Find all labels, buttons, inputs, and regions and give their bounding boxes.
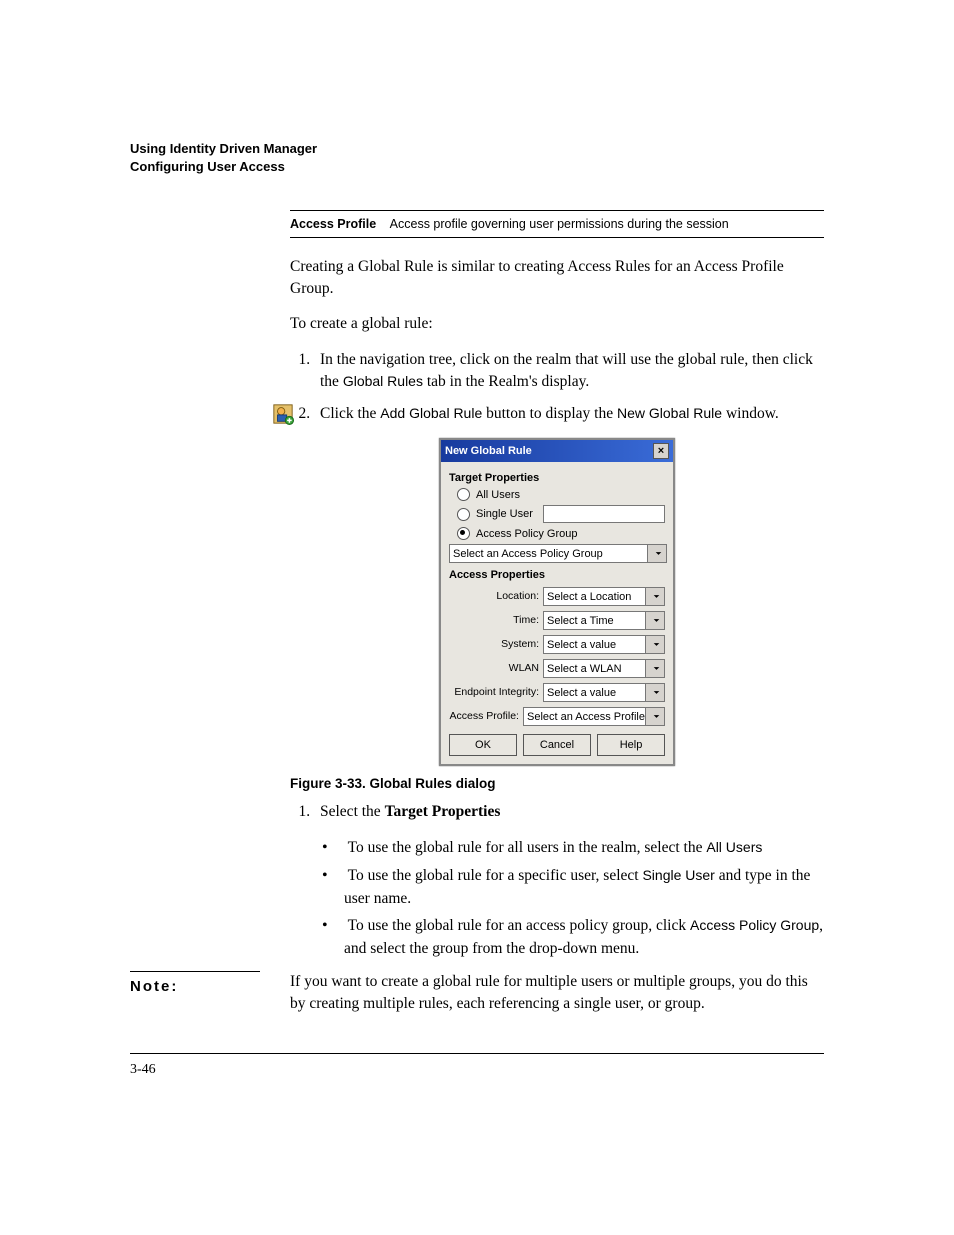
endpoint-select[interactable]: Select a value <box>543 683 665 702</box>
apg-ref: Access Policy Group <box>690 917 819 933</box>
time-label: Time: <box>449 614 539 626</box>
wlan-select[interactable]: Select a WLAN <box>543 659 665 678</box>
apg-select[interactable]: Select an Access Policy Group <box>449 544 667 563</box>
new-global-rule-win-ref: New Global Rule <box>617 405 722 421</box>
cancel-button[interactable]: Cancel <box>523 734 591 756</box>
wlan-label: WLAN <box>449 662 539 674</box>
ok-button[interactable]: OK <box>449 734 517 756</box>
post-step-1: Select the Target Properties <box>314 801 824 823</box>
endpoint-label: Endpoint Integrity: <box>449 686 539 698</box>
radio-single-label: Single User <box>476 508 533 520</box>
new-global-rule-dialog: New Global Rule × Target Properties All … <box>439 438 675 766</box>
access-profile-select[interactable]: Select an Access Profile <box>523 707 665 726</box>
step-1: In the navigation tree, click on the rea… <box>314 349 824 392</box>
single-user-input[interactable] <box>543 505 665 523</box>
radio-all-users[interactable]: All Users <box>457 488 665 501</box>
page-header: Using Identity Driven Manager Configurin… <box>130 140 824 175</box>
close-icon[interactable]: × <box>653 443 669 459</box>
lead-in: To create a global rule: <box>290 313 824 335</box>
radio-single-user[interactable]: Single User <box>457 505 665 523</box>
location-row: Location: Select a Location <box>449 585 665 606</box>
post-figure-steps: Select the Target Properties <box>290 801 824 823</box>
radio-access-policy-group[interactable]: Access Policy Group <box>457 527 665 540</box>
access-profile-row: Access Profile: Select an Access Profile <box>449 705 665 726</box>
note-label: Note: <box>130 971 260 995</box>
procedure-list: In the navigation tree, click on the rea… <box>290 349 824 424</box>
system-row: System: Select a value <box>449 633 665 654</box>
time-select[interactable]: Select a Time <box>543 611 665 630</box>
page-number: 3-46 <box>130 1062 824 1078</box>
dialog-titlebar: New Global Rule × <box>441 440 673 462</box>
figure-caption: Figure 3-33. Global Rules dialog <box>290 776 824 791</box>
bullet-list: To use the global rule for all users in … <box>290 837 824 960</box>
step-2: Click the Add Global Rule button to disp… <box>314 403 824 425</box>
dialog-title-text: New Global Rule <box>445 445 532 457</box>
system-select[interactable]: Select a value <box>543 635 665 654</box>
chevron-down-icon <box>645 612 664 629</box>
header-line-1: Using Identity Driven Manager <box>130 140 824 158</box>
bullet-access-policy-group: To use the global rule for an access pol… <box>344 915 824 959</box>
intro-paragraph: Creating a Global Rule is similar to cre… <box>290 256 824 299</box>
chevron-down-icon <box>645 708 664 725</box>
target-properties-heading: Target Properties <box>449 472 665 484</box>
add-global-rule-btn-ref: Add Global Rule <box>380 405 482 421</box>
chevron-down-icon <box>645 684 664 701</box>
bullet-single-user: To use the global rule for a specific us… <box>344 865 824 909</box>
endpoint-integrity-row: Endpoint Integrity: Select a value <box>449 681 665 702</box>
target-properties-term: Target Properties <box>385 803 501 820</box>
note-block: Note: If you want to create a global rul… <box>130 971 824 1014</box>
wlan-row: WLAN Select a WLAN <box>449 657 665 678</box>
location-select[interactable]: Select a Location <box>543 587 665 606</box>
def-term: Access Profile <box>290 217 376 231</box>
radio-icon <box>457 488 470 501</box>
help-button[interactable]: Help <box>597 734 665 756</box>
radio-apg-label: Access Policy Group <box>476 528 577 540</box>
add-rule-icon <box>272 403 294 425</box>
access-profile-label: Access Profile: <box>449 710 519 722</box>
access-properties-heading: Access Properties <box>449 569 665 581</box>
chevron-down-icon <box>647 545 666 562</box>
global-rules-tab-ref: Global Rules <box>343 373 423 389</box>
chevron-down-icon <box>645 636 664 653</box>
definition-row: Access Profile Access profile governing … <box>290 210 824 238</box>
radio-icon <box>457 508 470 521</box>
location-label: Location: <box>449 590 539 602</box>
chevron-down-icon <box>645 660 664 677</box>
radio-icon <box>457 527 470 540</box>
chevron-down-icon <box>645 588 664 605</box>
time-row: Time: Select a Time <box>449 609 665 630</box>
single-user-ref: Single User <box>642 867 714 883</box>
apg-select-value: Select an Access Policy Group <box>450 548 603 560</box>
footer-rule <box>130 1053 824 1054</box>
bullet-all-users: To use the global rule for all users in … <box>344 837 824 859</box>
header-line-2: Configuring User Access <box>130 158 824 176</box>
all-users-ref: All Users <box>706 839 762 855</box>
figure-wrap: New Global Rule × Target Properties All … <box>290 438 824 766</box>
system-label: System: <box>449 638 539 650</box>
note-text: If you want to create a global rule for … <box>290 971 824 1014</box>
def-desc: Access profile governing user permission… <box>390 217 729 231</box>
radio-all-label: All Users <box>476 489 520 501</box>
